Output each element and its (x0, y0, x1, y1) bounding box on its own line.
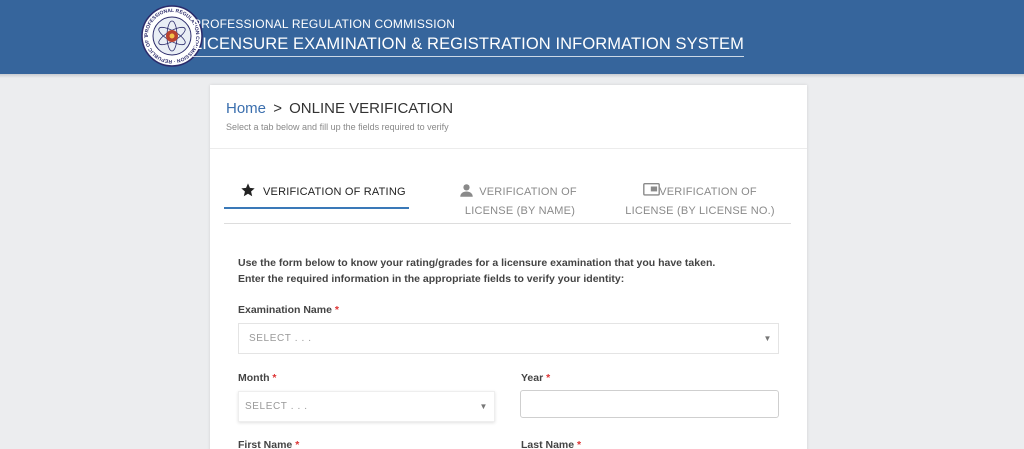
required-marker: * (334, 304, 339, 316)
card-header: Home > ONLINE VERIFICATION Select a tab … (210, 85, 807, 149)
chevron-down-icon: ▼ (763, 334, 772, 343)
page-subtitle: Select a tab below and fill up the field… (226, 122, 449, 132)
tab-verification-by-license-no-line1: VERIFICATION OF (659, 186, 757, 198)
breadcrumb: Home > ONLINE VERIFICATION (226, 100, 453, 117)
required-marker: * (272, 372, 277, 384)
app-header: PROFESSIONAL REGULATION COMMISSION · REP… (0, 0, 1024, 74)
required-marker: * (577, 439, 582, 449)
breadcrumb-home-link[interactable]: Home (226, 100, 266, 117)
year-label-text: Year (521, 372, 544, 384)
verification-tabs: VERIFICATION OF RATING VERIFICATION OF L… (224, 181, 791, 224)
last-name-label: Last Name * (521, 439, 581, 449)
breadcrumb-separator: > (273, 100, 282, 117)
month-select[interactable]: SELECT . . . ▼ (238, 391, 495, 422)
org-name: PROFESSIONAL REGULATION COMMISSION (193, 17, 456, 31)
system-name: LICENSURE EXAMINATION & REGISTRATION INF… (193, 35, 744, 57)
tab-verification-by-license-no[interactable]: VERIFICATION OF LICENSE (BY LICENSE NO.) (620, 181, 780, 224)
year-input[interactable] (520, 390, 779, 418)
first-name-label-text: First Name (238, 439, 293, 449)
exam-name-select[interactable]: SELECT . . . ▼ (238, 323, 779, 354)
exam-name-label-text: Examination Name (238, 304, 332, 316)
header-shadow (0, 74, 1024, 78)
active-tab-indicator (224, 207, 409, 209)
verification-card: Home > ONLINE VERIFICATION Select a tab … (210, 85, 807, 449)
exam-name-select-value: SELECT . . . (249, 333, 312, 344)
required-marker: * (295, 439, 300, 449)
required-marker: * (546, 372, 551, 384)
month-select-value: SELECT . . . (245, 401, 308, 412)
form-instructions: Use the form below to know your rating/g… (238, 255, 715, 287)
tab-verification-by-name[interactable]: VERIFICATION OF LICENSE (BY NAME) (450, 181, 590, 224)
year-label: Year * (521, 372, 550, 384)
tab-verification-of-rating[interactable]: VERIFICATION OF RATING (224, 181, 409, 224)
breadcrumb-current: ONLINE VERIFICATION (289, 100, 454, 117)
first-name-label: First Name * (238, 439, 299, 449)
tab-verification-by-license-no-line2: LICENSE (BY LICENSE NO.) (625, 205, 775, 217)
tab-verification-of-rating-label: VERIFICATION OF RATING (263, 186, 406, 198)
instructions-line-2: Enter the required information in the ap… (238, 273, 625, 285)
tab-verification-by-name-line1: VERIFICATION OF (479, 186, 577, 198)
instructions-line-1: Use the form below to know your rating/g… (238, 257, 716, 269)
star-icon (241, 183, 255, 197)
exam-name-label: Examination Name * (238, 304, 339, 316)
month-label: Month * (238, 372, 277, 384)
month-label-text: Month (238, 372, 270, 384)
last-name-label-text: Last Name (521, 439, 575, 449)
chevron-down-icon: ▼ (479, 402, 488, 411)
tab-verification-by-name-line2: LICENSE (BY NAME) (464, 205, 576, 217)
